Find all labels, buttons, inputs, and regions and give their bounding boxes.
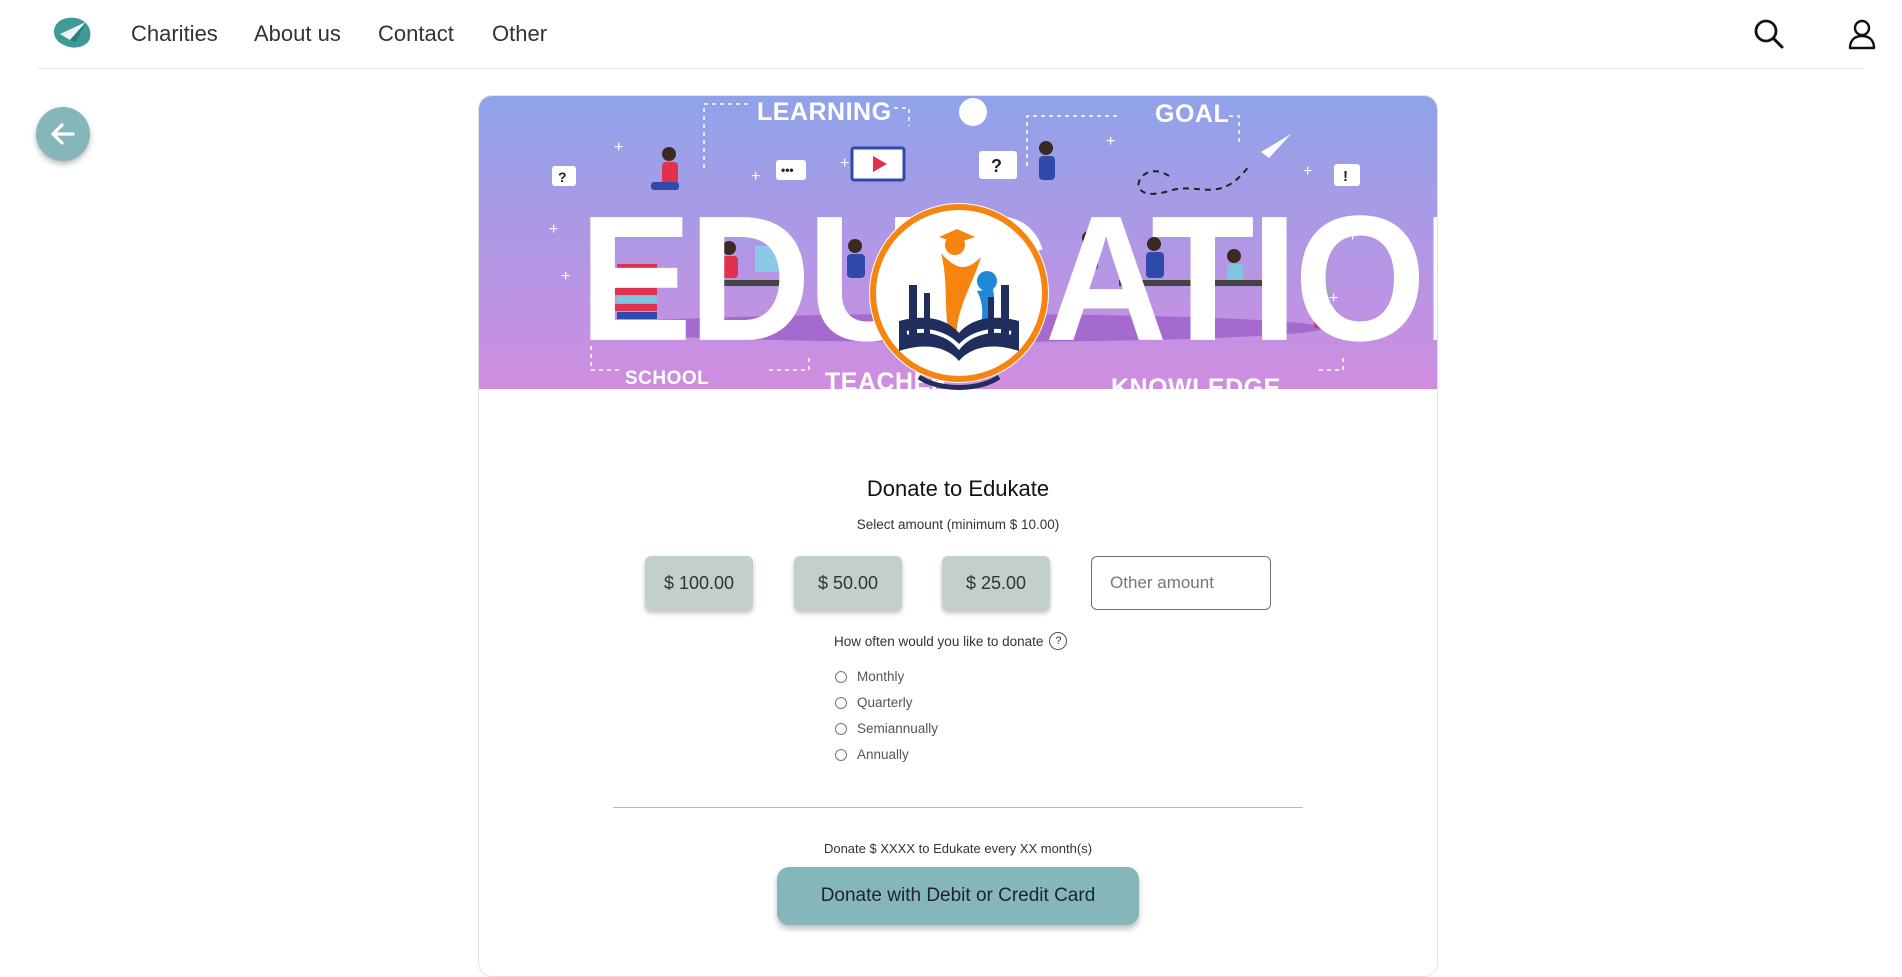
svg-text:+: +	[840, 155, 849, 172]
amount-instruction: Select amount (minimum $ 10.00)	[856, 517, 1060, 532]
nav-divider	[38, 68, 1864, 69]
search-icon[interactable]	[1752, 17, 1786, 51]
frequency-option-annually[interactable]: Annually	[835, 747, 909, 762]
frequency-label: Annually	[857, 747, 909, 762]
banner-word-school: SCHOOL	[625, 368, 710, 389]
nav-link-contact[interactable]: Contact	[378, 21, 454, 47]
banner-word-goal: GOAL	[1155, 100, 1230, 128]
svg-text:+: +	[1106, 133, 1115, 150]
donation-summary: Donate $ XXXX to Edukate every XX month(…	[823, 841, 1093, 856]
svg-text:?: ?	[558, 169, 567, 185]
frequency-question-text: How often would you like to donate	[834, 633, 1044, 649]
radio-annually[interactable]	[835, 748, 847, 761]
frequency-label: Monthly	[857, 669, 905, 684]
arrow-left-icon	[51, 123, 75, 145]
top-nav: Charities About us Contact Other	[0, 0, 1902, 68]
frequency-option-quarterly[interactable]: Quarterly	[835, 695, 913, 710]
svg-text:•••: •••	[781, 163, 794, 177]
svg-text:+: +	[549, 221, 558, 238]
banner-word-knowledge: KNOWLEDGE	[1111, 374, 1281, 402]
radio-semiannually[interactable]	[835, 722, 847, 735]
amount-25-button[interactable]: $ 25.00	[942, 556, 1050, 610]
banner-word-learning: LEARNING	[757, 98, 892, 126]
svg-text:+: +	[561, 268, 570, 285]
donation-title: Donate to Edukate	[866, 476, 1050, 501]
logo-icon[interactable]	[46, 12, 96, 52]
back-button[interactable]	[36, 107, 90, 161]
other-amount-input[interactable]	[1091, 556, 1271, 610]
frequency-question: How often would you like to donate ?	[834, 632, 1068, 650]
donation-card: + + + + + + + + + ? ••• ? ! LEARNING GOA…	[478, 95, 1438, 977]
frequency-option-monthly[interactable]: Monthly	[835, 669, 904, 684]
divider	[613, 807, 1303, 808]
svg-text:+: +	[1303, 163, 1312, 180]
help-icon[interactable]: ?	[1049, 632, 1068, 650]
nav-link-other[interactable]: Other	[492, 21, 547, 47]
donate-card-button[interactable]: Donate with Debit or Credit Card	[777, 867, 1139, 925]
svg-text:+: +	[614, 139, 623, 156]
radio-quarterly[interactable]	[835, 696, 847, 709]
amount-50-button[interactable]: $ 50.00	[794, 556, 902, 610]
amount-100-button[interactable]: $ 100.00	[645, 556, 753, 610]
svg-text:?: ?	[991, 156, 1002, 176]
education-banner: + + + + + + + + + ? ••• ? ! LEARNING GOA…	[479, 96, 1437, 402]
user-icon[interactable]	[1845, 17, 1879, 51]
edukate-logo	[869, 203, 1049, 390]
nav-link-charities[interactable]: Charities	[131, 21, 218, 47]
nav-link-about-us[interactable]: About us	[254, 21, 341, 47]
radio-monthly[interactable]	[835, 670, 847, 683]
frequency-label: Quarterly	[857, 695, 913, 710]
frequency-label: Semiannually	[857, 721, 939, 736]
frequency-option-semiannually[interactable]: Semiannually	[835, 721, 938, 736]
